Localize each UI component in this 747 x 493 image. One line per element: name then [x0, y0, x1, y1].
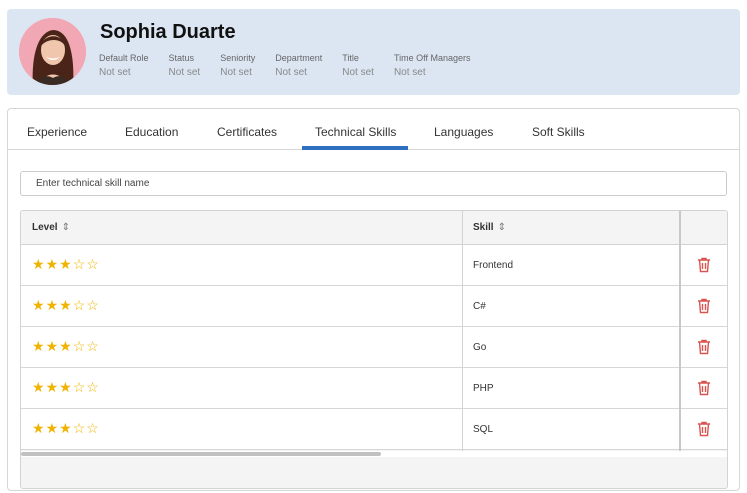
star-filled-icon[interactable]: ★: [59, 379, 73, 395]
rating-stars[interactable]: ★★★☆☆: [32, 420, 100, 437]
trash-icon[interactable]: [697, 257, 711, 273]
tab-education[interactable]: Education: [125, 125, 178, 139]
star-filled-icon[interactable]: ★: [59, 420, 73, 436]
tab-experience[interactable]: Experience: [27, 125, 87, 139]
star-empty-icon[interactable]: ☆: [86, 256, 100, 272]
star-filled-icon[interactable]: ★: [46, 297, 60, 313]
skill-name: Go: [473, 342, 487, 353]
star-filled-icon[interactable]: ★: [46, 256, 60, 272]
star-filled-icon[interactable]: ★: [32, 297, 46, 313]
sort-icon[interactable]: ⇕: [62, 222, 70, 233]
field-department: Department Not set: [275, 53, 322, 78]
table-row: ★★★☆☆ C#: [21, 286, 727, 327]
field-value: Not set: [220, 67, 252, 78]
star-empty-icon[interactable]: ☆: [73, 256, 87, 272]
tab-technical-skills[interactable]: Technical Skills: [315, 125, 396, 139]
field-label: Time Off Managers: [393, 53, 471, 63]
avatar: [19, 18, 86, 85]
profile-fields: Default Role Not set Status Not set Seni…: [99, 53, 490, 78]
tab-soft-skills[interactable]: Soft Skills: [532, 125, 585, 139]
table-row: ★★★☆☆ SQL: [21, 409, 727, 450]
column-header-skill[interactable]: Skill ⇕: [462, 211, 680, 245]
star-filled-icon[interactable]: ★: [32, 338, 46, 354]
star-filled-icon[interactable]: ★: [59, 338, 73, 354]
star-filled-icon[interactable]: ★: [32, 420, 46, 436]
horizontal-scrollbar[interactable]: [21, 451, 727, 457]
skill-search-input[interactable]: [20, 171, 727, 196]
column-divider: [462, 211, 463, 451]
trash-icon[interactable]: [697, 421, 711, 437]
star-empty-icon[interactable]: ☆: [73, 338, 87, 354]
field-value: Not set: [342, 67, 374, 78]
field-time-off-managers: Time Off Managers Not set: [394, 53, 471, 78]
star-filled-icon[interactable]: ★: [32, 379, 46, 395]
field-seniority: Seniority Not set: [220, 53, 255, 78]
star-filled-icon[interactable]: ★: [46, 379, 60, 395]
skill-name: Frontend: [473, 260, 514, 271]
star-empty-icon[interactable]: ☆: [73, 420, 87, 436]
table-row: ★★★☆☆ PHP: [21, 368, 727, 409]
field-value: Not set: [275, 67, 307, 78]
star-empty-icon[interactable]: ☆: [86, 420, 100, 436]
scrollbar-thumb[interactable]: [21, 452, 382, 456]
star-empty-icon[interactable]: ☆: [86, 379, 100, 395]
tab-languages[interactable]: Languages: [434, 125, 493, 139]
rating-stars[interactable]: ★★★☆☆: [32, 338, 100, 355]
star-empty-icon[interactable]: ☆: [73, 379, 87, 395]
trash-icon[interactable]: [697, 380, 711, 396]
column-header-label: Level: [32, 222, 58, 233]
field-label: Seniority: [220, 53, 256, 63]
field-label: Department: [275, 53, 323, 63]
skills-table: Level ⇕ Skill ⇕ ★★★☆☆ Frontend ★★★☆☆ C# ★★…: [20, 210, 728, 489]
user-avatar-icon: [19, 18, 86, 85]
column-header-level[interactable]: Level ⇕: [21, 211, 462, 245]
field-label: Default Role: [99, 53, 149, 63]
field-value: Not set: [99, 67, 131, 78]
profile-header: Sophia Duarte Default Role Not set Statu…: [7, 9, 740, 95]
field-value: Not set: [168, 67, 201, 78]
user-name: Sophia Duarte: [100, 21, 236, 43]
star-filled-icon[interactable]: ★: [46, 338, 60, 354]
field-default-role: Default Role Not set: [99, 53, 149, 78]
active-tab-indicator: [302, 146, 408, 150]
field-title: Title Not set: [342, 53, 374, 78]
field-label: Status: [168, 53, 195, 63]
table-row: ★★★☆☆ Frontend: [21, 245, 727, 286]
tab-certificates[interactable]: Certificates: [217, 125, 277, 139]
trash-icon[interactable]: [697, 339, 711, 355]
column-header-label: Skill: [473, 222, 494, 233]
tab-bar: Experience Education Certificates Techni…: [8, 109, 739, 150]
skill-name: C#: [473, 301, 486, 312]
field-label: Title: [342, 53, 359, 63]
field-value: Not set: [393, 67, 426, 78]
table-body: ★★★☆☆ Frontend ★★★☆☆ C# ★★★☆☆ Go ★★★☆☆ P…: [21, 245, 727, 450]
star-empty-icon[interactable]: ☆: [86, 297, 100, 313]
rating-stars[interactable]: ★★★☆☆: [32, 379, 100, 396]
star-filled-icon[interactable]: ★: [46, 420, 60, 436]
field-status: Status Not set: [169, 53, 201, 78]
skill-name: SQL: [473, 424, 494, 435]
star-filled-icon[interactable]: ★: [59, 297, 73, 313]
sort-icon[interactable]: ⇕: [498, 222, 506, 233]
star-empty-icon[interactable]: ☆: [73, 297, 87, 313]
skills-card: Experience Education Certificates Techni…: [7, 108, 740, 491]
rating-stars[interactable]: ★★★☆☆: [32, 256, 100, 273]
star-filled-icon[interactable]: ★: [32, 256, 46, 272]
column-divider: [679, 211, 681, 451]
star-empty-icon[interactable]: ☆: [86, 338, 100, 354]
table-header: Level ⇕ Skill ⇕: [21, 211, 727, 245]
rating-stars[interactable]: ★★★☆☆: [32, 297, 100, 314]
table-row: ★★★☆☆ Go: [21, 327, 727, 368]
trash-icon[interactable]: [697, 298, 711, 314]
skill-name: PHP: [473, 383, 494, 394]
star-filled-icon[interactable]: ★: [59, 256, 73, 272]
